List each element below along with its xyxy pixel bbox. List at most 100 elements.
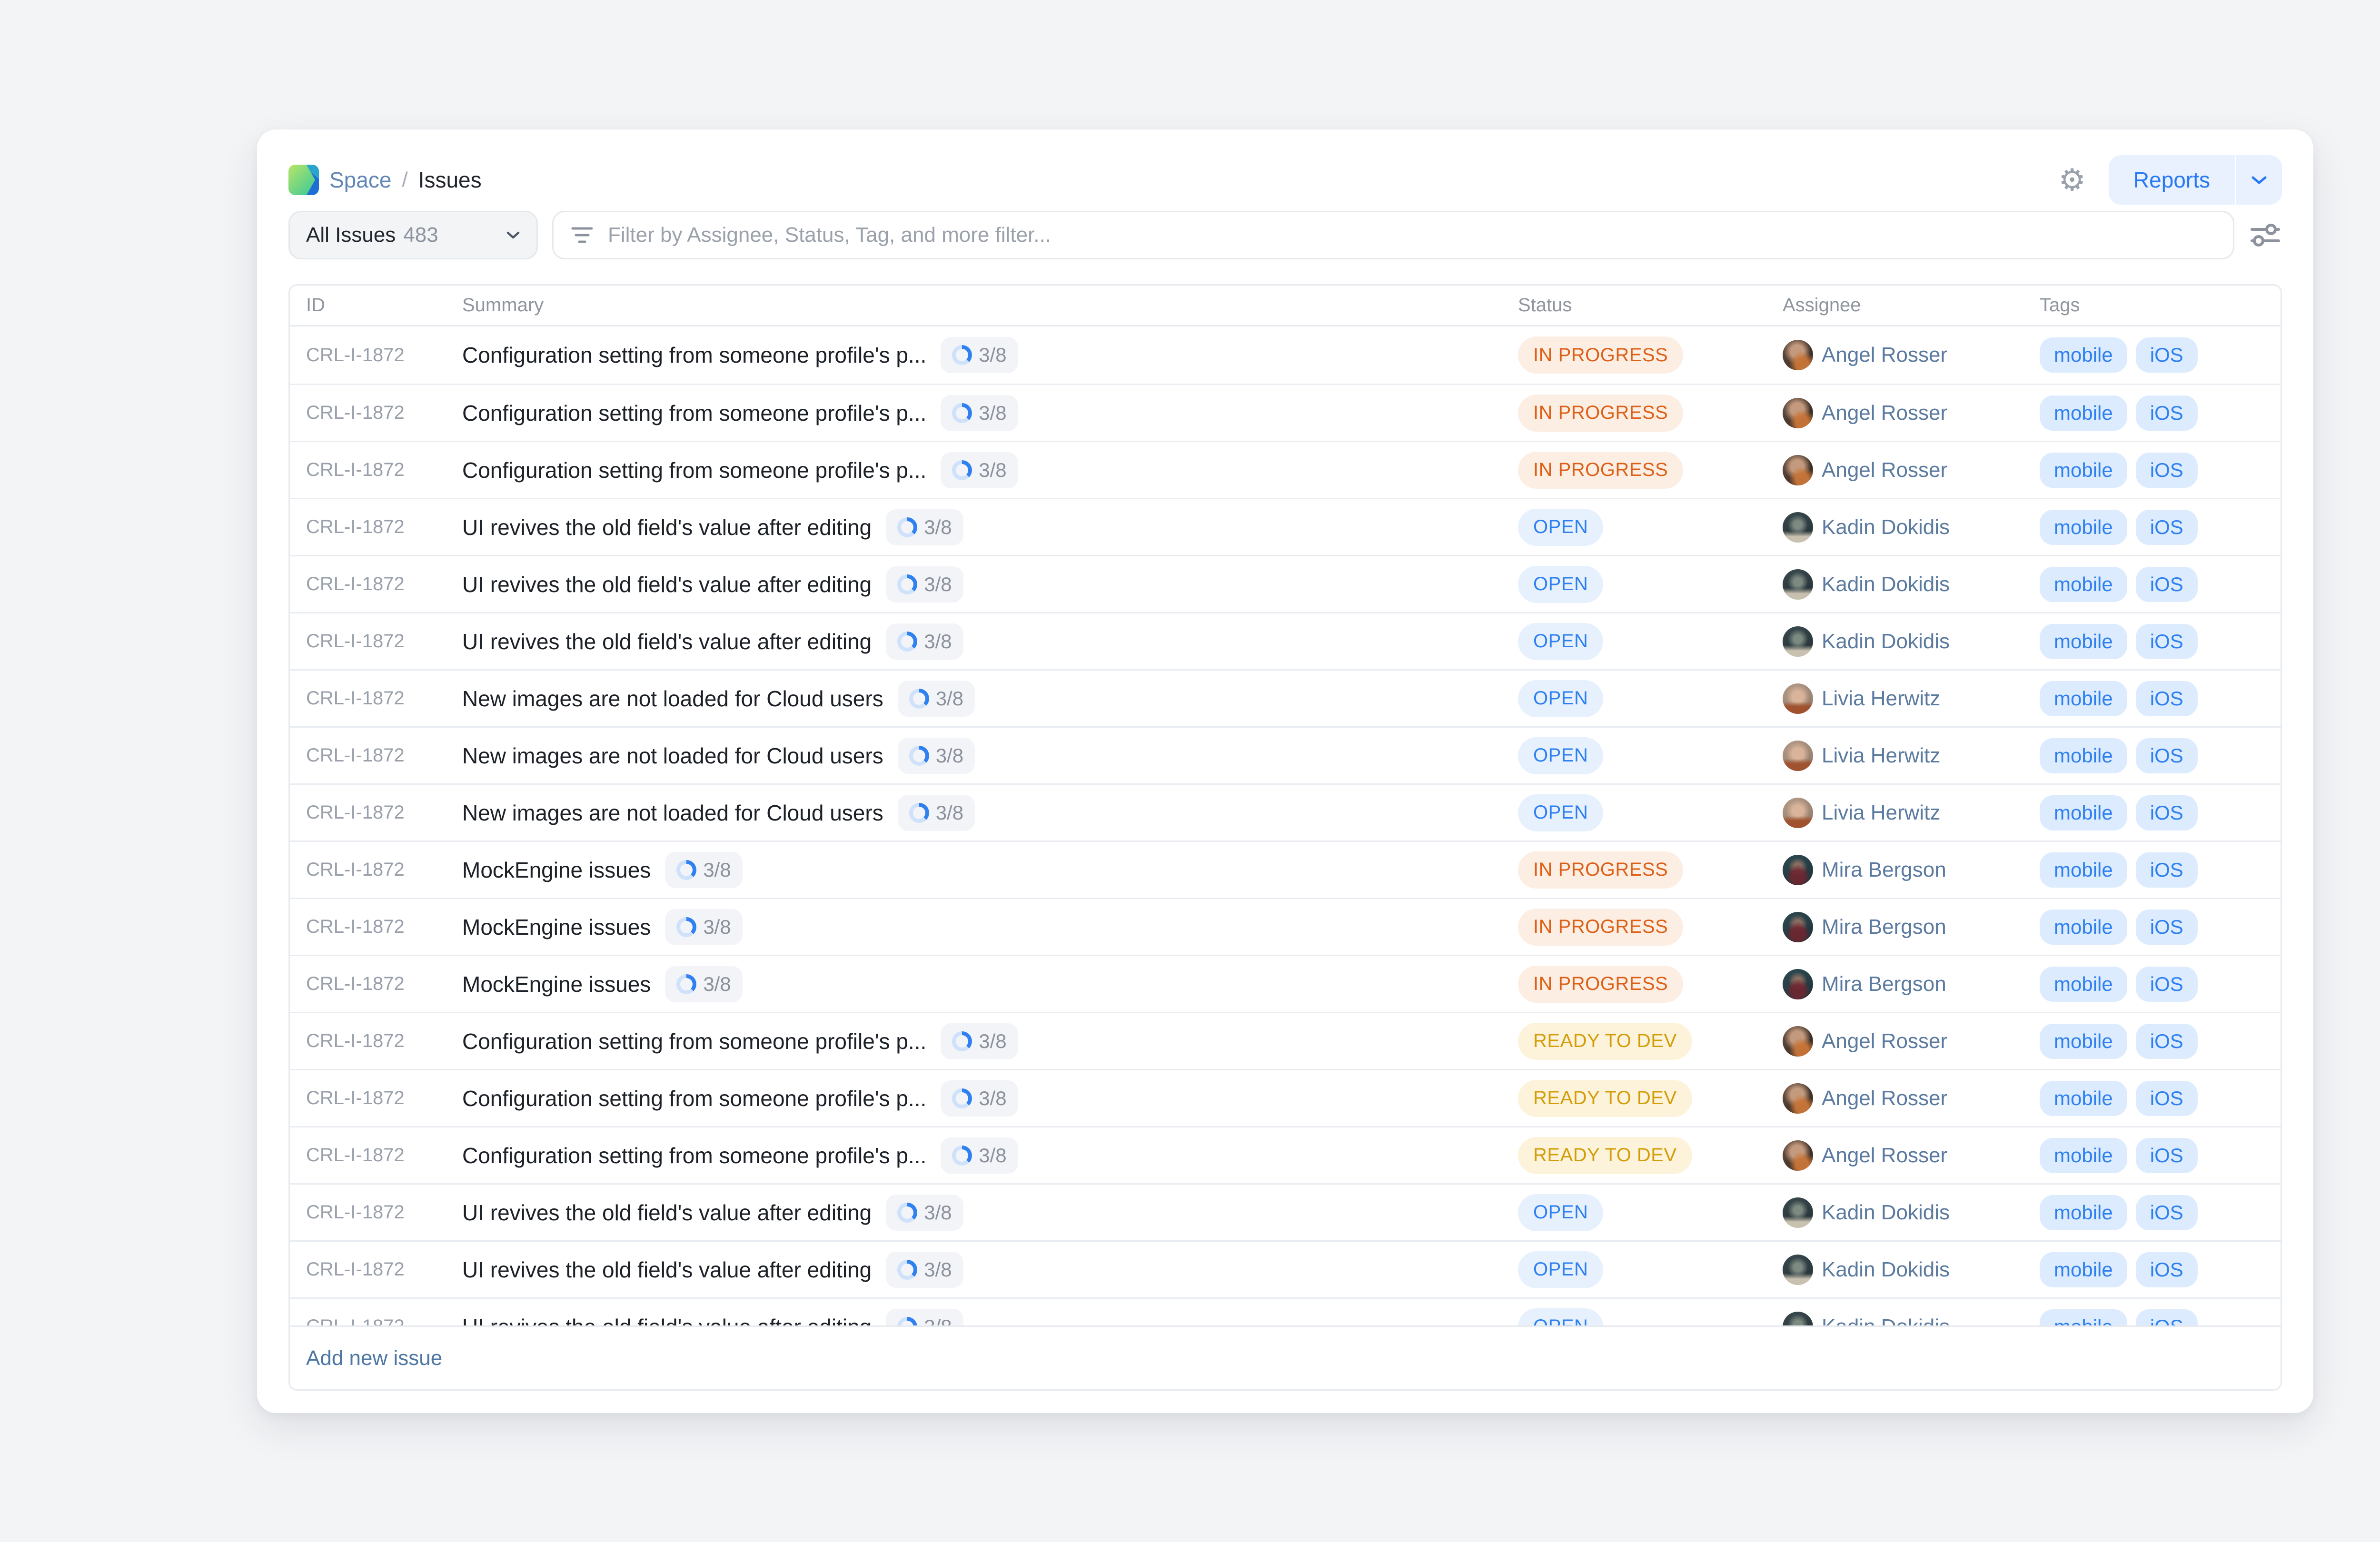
assignee-cell[interactable]: Kadin Dokidis — [1783, 512, 2040, 543]
assignee-cell[interactable]: Mira Bergson — [1783, 912, 2040, 942]
tags-cell: mobileiOS — [2040, 1081, 2281, 1116]
chevron-down-icon[interactable] — [2236, 155, 2282, 205]
status-badge: OPEN — [1518, 1308, 1603, 1326]
table-row[interactable]: CRL-I-1872Configuration setting from som… — [290, 1069, 2281, 1126]
assignee-cell[interactable]: Angel Rosser — [1783, 1140, 2040, 1171]
filter-search-box[interactable] — [552, 211, 2234, 259]
filter-search-input[interactable] — [607, 223, 2217, 247]
status-cell: OPEN — [1518, 1308, 1783, 1326]
assignee-cell[interactable]: Angel Rosser — [1783, 1026, 2040, 1057]
assignee-cell[interactable]: Angel Rosser — [1783, 398, 2040, 428]
assignee-cell[interactable]: Angel Rosser — [1783, 340, 2040, 370]
issue-id: CRL-I-1872 — [306, 916, 462, 938]
table-row[interactable]: CRL-I-1872Configuration setting from som… — [290, 441, 2281, 498]
table-row[interactable]: CRL-I-1872UI revives the old field's val… — [290, 1183, 2281, 1240]
assignee-cell[interactable]: Livia Herwitz — [1783, 798, 2040, 828]
progress-count: 3/8 — [924, 516, 952, 539]
tags-cell: mobileiOS — [2040, 395, 2281, 431]
add-new-issue-link[interactable]: Add new issue — [306, 1346, 442, 1370]
table-row[interactable]: CRL-I-1872UI revives the old field's val… — [290, 1240, 2281, 1297]
issue-id: CRL-I-1872 — [306, 1202, 462, 1223]
table-row[interactable]: CRL-I-1872Configuration setting from som… — [290, 1012, 2281, 1069]
summary-cell: UI revives the old field's value after e… — [462, 623, 1518, 660]
assignee-cell[interactable]: Kadin Dokidis — [1783, 1312, 2040, 1326]
table-row[interactable]: CRL-I-1872Configuration setting from som… — [290, 1126, 2281, 1183]
tag-badge: mobile — [2040, 1195, 2127, 1230]
progress-badge: 3/8 — [886, 566, 963, 603]
table-row[interactable]: CRL-I-1872New images are not loaded for … — [290, 726, 2281, 783]
settings-gear-icon[interactable]: ⚙︎ — [2059, 165, 2086, 195]
table-row[interactable]: CRL-I-1872MockEngine issues3/8IN PROGRES… — [290, 955, 2281, 1012]
progress-ring-icon — [676, 917, 696, 937]
progress-count: 3/8 — [979, 1144, 1006, 1167]
progress-count: 3/8 — [703, 916, 731, 939]
assignee-cell[interactable]: Kadin Dokidis — [1783, 626, 2040, 657]
progress-count: 3/8 — [936, 744, 963, 767]
progress-count: 3/8 — [979, 344, 1006, 366]
tag-badge: iOS — [2136, 1252, 2198, 1287]
progress-count: 3/8 — [979, 1030, 1006, 1053]
reports-button[interactable]: Reports — [2109, 155, 2282, 205]
status-cell: READY TO DEV — [1518, 1137, 1783, 1174]
assignee-cell[interactable]: Kadin Dokidis — [1783, 1197, 2040, 1228]
tags-cell: mobileiOS — [2040, 967, 2281, 1002]
assignee-cell[interactable]: Angel Rosser — [1783, 455, 2040, 485]
table-row[interactable]: CRL-I-1872New images are not loaded for … — [290, 669, 2281, 726]
progress-count: 3/8 — [924, 1258, 952, 1281]
tag-badge: mobile — [2040, 624, 2127, 659]
table-row[interactable]: CRL-I-1872Configuration setting from som… — [290, 384, 2281, 441]
assignee-cell[interactable]: Kadin Dokidis — [1783, 569, 2040, 600]
table-row[interactable]: CRL-I-1872Configuration setting from som… — [290, 326, 2281, 384]
issue-summary: UI revives the old field's value after e… — [462, 1257, 872, 1283]
progress-ring-icon — [897, 1260, 917, 1280]
assignee-cell[interactable]: Angel Rosser — [1783, 1083, 2040, 1114]
progress-badge: 3/8 — [665, 966, 742, 1002]
tag-badge: iOS — [2136, 510, 2198, 545]
issue-id: CRL-I-1872 — [306, 516, 462, 538]
table-row[interactable]: CRL-I-1872UI revives the old field's val… — [290, 498, 2281, 555]
table-row[interactable]: CRL-I-1872UI revives the old field's val… — [290, 1297, 2281, 1325]
breadcrumb-space-link[interactable]: Space — [329, 167, 391, 193]
avatar — [1783, 1083, 1813, 1114]
avatar — [1783, 626, 1813, 657]
progress-count: 3/8 — [924, 1315, 952, 1326]
issue-summary: UI revives the old field's value after e… — [462, 629, 872, 654]
progress-ring-icon — [897, 1203, 917, 1223]
progress-ring-icon — [952, 1031, 972, 1051]
reports-button-label[interactable]: Reports — [2109, 155, 2236, 205]
assignee-cell[interactable]: Mira Bergson — [1783, 969, 2040, 999]
table-row[interactable]: CRL-I-1872New images are not loaded for … — [290, 783, 2281, 840]
status-cell: OPEN — [1518, 1194, 1783, 1231]
chevron-down-icon — [506, 231, 520, 239]
avatar — [1783, 912, 1813, 942]
tags-cell: mobileiOS — [2040, 738, 2281, 773]
issues-scope-dropdown[interactable]: All Issues 483 — [288, 211, 538, 259]
table-row[interactable]: CRL-I-1872UI revives the old field's val… — [290, 555, 2281, 612]
issue-summary: UI revives the old field's value after e… — [462, 1314, 872, 1326]
avatar — [1783, 512, 1813, 543]
summary-cell: UI revives the old field's value after e… — [462, 1252, 1518, 1288]
status-badge: OPEN — [1518, 566, 1603, 603]
assignee-cell[interactable]: Livia Herwitz — [1783, 683, 2040, 714]
view-settings-button[interactable] — [2249, 222, 2282, 248]
table-row[interactable]: CRL-I-1872MockEngine issues3/8IN PROGRES… — [290, 840, 2281, 898]
tags-cell: mobileiOS — [2040, 624, 2281, 659]
status-cell: OPEN — [1518, 680, 1783, 717]
avatar — [1783, 683, 1813, 714]
progress-count: 3/8 — [979, 1087, 1006, 1110]
assignee-name: Kadin Dokidis — [1822, 630, 1950, 653]
tags-cell: mobileiOS — [2040, 1138, 2281, 1173]
assignee-cell[interactable]: Kadin Dokidis — [1783, 1255, 2040, 1285]
issue-id: CRL-I-1872 — [306, 345, 462, 366]
table-row[interactable]: CRL-I-1872UI revives the old field's val… — [290, 612, 2281, 669]
scope-label: All Issues — [306, 223, 396, 247]
assignee-name: Angel Rosser — [1822, 1144, 1947, 1167]
progress-count: 3/8 — [924, 1201, 952, 1224]
table-row[interactable]: CRL-I-1872MockEngine issues3/8IN PROGRES… — [290, 898, 2281, 955]
assignee-name: Livia Herwitz — [1822, 801, 1940, 825]
summary-cell: Configuration setting from someone profi… — [462, 395, 1518, 431]
issue-id: CRL-I-1872 — [306, 688, 462, 709]
assignee-cell[interactable]: Mira Bergson — [1783, 855, 2040, 885]
assignee-cell[interactable]: Livia Herwitz — [1783, 741, 2040, 771]
column-header-tags: Tags — [2040, 295, 2281, 316]
